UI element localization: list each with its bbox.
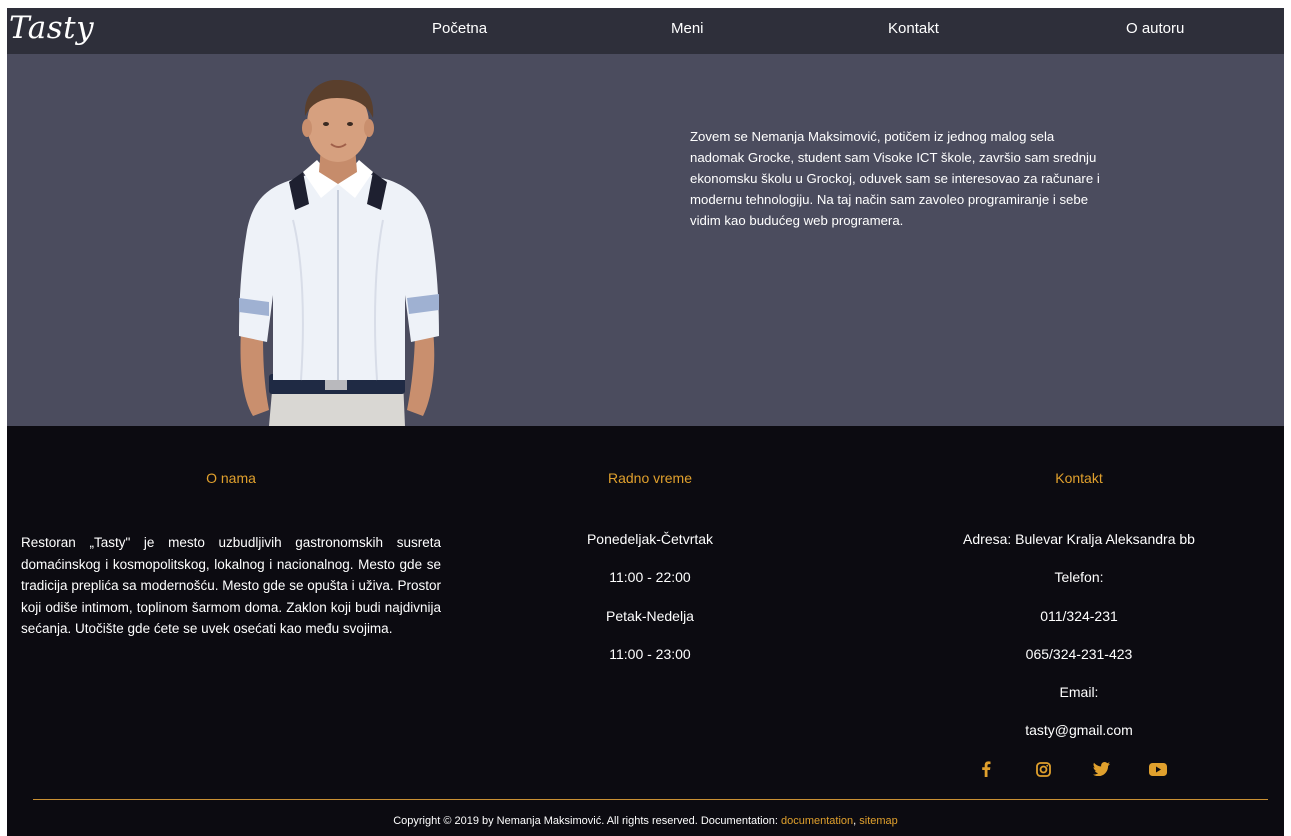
hours-time-weekend: 11:00 - 23:00 (609, 646, 691, 662)
hours-time-weekday: 11:00 - 22:00 (609, 569, 691, 585)
copyright-text: Copyright © 2019 by Nemanja Maksimović. … (393, 815, 781, 827)
contact-phone-label: Telefon: (1054, 569, 1104, 585)
nav-link-meni[interactable]: Meni (671, 20, 704, 37)
contact-phone-2: 065/324-231-423 (1025, 646, 1133, 662)
author-section: Zovem se Nemanja Maksimović, potičem iz … (7, 54, 1284, 426)
author-bio: Zovem se Nemanja Maksimović, potičem iz … (690, 129, 1100, 228)
contact-email-label: Email: (1059, 684, 1099, 700)
about-title: O nama (206, 470, 256, 486)
footer-divider (33, 799, 1268, 800)
contact-email: tasty@gmail.com (1025, 722, 1133, 738)
contact-phone-1: 011/324-231 (1040, 608, 1118, 624)
footer: O nama Restoran „Tasty" je mesto uzbudlj… (7, 426, 1284, 836)
author-photo (239, 80, 439, 426)
contact-title: Kontakt (1055, 470, 1103, 486)
documentation-link[interactable]: documentation (781, 815, 853, 827)
page: Tasty Početna Meni Kontakt O autoru Zove… (7, 8, 1284, 836)
copyright: Copyright © 2019 by Nemanja Maksimović. … (7, 815, 1284, 827)
top-nav: Tasty Početna Meni Kontakt O autoru (7, 8, 1284, 54)
contact-address: Adresa: Bulevar Kralja Aleksandra bb (963, 531, 1195, 547)
nav-link-kontakt[interactable]: Kontakt (888, 20, 939, 37)
sitemap-link[interactable]: sitemap (859, 815, 898, 827)
hours-days-weekday: Ponedeljak-Četvrtak (586, 531, 714, 547)
hours-title: Radno vreme (607, 470, 693, 486)
youtube-icon[interactable] (1147, 758, 1169, 780)
twitter-icon[interactable] (1090, 758, 1112, 780)
hours-days-weekend: Petak-Nedelja (606, 608, 694, 624)
facebook-icon[interactable] (975, 758, 997, 780)
about-text: Restoran „Tasty" je mesto uzbudljivih ga… (21, 535, 441, 636)
nav-link-o-autoru[interactable]: O autoru (1126, 20, 1184, 37)
logo[interactable]: Tasty (9, 10, 94, 46)
instagram-icon[interactable] (1032, 758, 1054, 780)
nav-link-pocetna[interactable]: Početna (432, 20, 487, 37)
